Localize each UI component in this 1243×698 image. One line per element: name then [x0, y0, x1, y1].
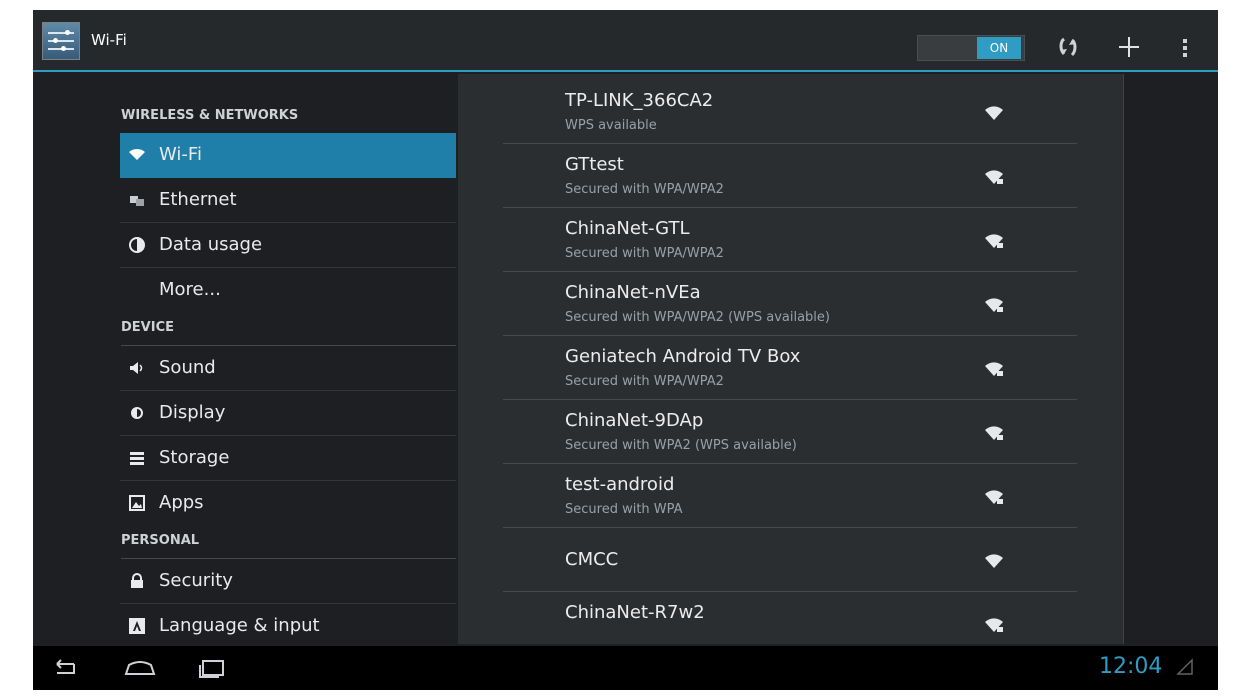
- network-summary: WPS available: [565, 118, 657, 133]
- wifi-secured-signal-icon: [985, 426, 1003, 440]
- sidebar-item-display[interactable]: Display: [120, 391, 456, 436]
- network-ssid: ChinaNet-nVEa: [565, 282, 701, 303]
- wifi-signal-icon: [985, 554, 1003, 568]
- sidebar-item-sound[interactable]: Sound: [120, 346, 456, 391]
- wifi-secured-signal-icon: [985, 618, 1003, 632]
- sound-icon: [130, 362, 143, 374]
- display-icon: [131, 407, 143, 419]
- network-ssid: CMCC: [565, 549, 619, 570]
- sidebar-item-ethernet[interactable]: Ethernet: [120, 178, 456, 223]
- network-item[interactable]: Geniatech Android TV Box Secured with WP…: [503, 336, 1077, 400]
- ethernet-icon: [130, 196, 144, 206]
- settings-sidebar: WIRELESS & NETWORKS Wi-Fi Ethernet Data …: [33, 74, 456, 646]
- sidebar-item-wifi[interactable]: Wi-Fi: [120, 133, 456, 178]
- network-summary: Secured with WPA/WPA2: [565, 246, 724, 261]
- network-item[interactable]: ChinaNet-nVEa Secured with WPA/WPA2 (WPS…: [503, 272, 1077, 336]
- sidebar-item-security[interactable]: Security: [120, 559, 456, 604]
- network-summary: Secured with WPA/WPA2 (WPS available): [565, 310, 830, 325]
- network-item[interactable]: ChinaNet-GTL Secured with WPA/WPA2: [503, 208, 1077, 272]
- overflow-menu-icon[interactable]: [1179, 36, 1191, 60]
- page-title: Wi-Fi: [91, 31, 127, 49]
- wifi-network-list: TP-LINK_366CA2 WPS available GTtest Secu…: [458, 74, 1124, 644]
- wifi-secured-signal-icon: [985, 170, 1003, 184]
- network-ssid: ChinaNet-9DAp: [565, 410, 704, 431]
- status-clock[interactable]: 12:04: [1099, 654, 1162, 679]
- network-ssid: GTtest: [565, 154, 624, 175]
- section-header-device: DEVICE: [121, 320, 456, 346]
- network-ssid: Geniatech Android TV Box: [565, 346, 801, 367]
- action-bar: Wi-Fi ON: [33, 10, 1218, 72]
- network-summary: Secured with WPA2 (WPS available): [565, 438, 797, 453]
- wifi-secured-signal-icon: [985, 362, 1003, 376]
- network-item[interactable]: GTtest Secured with WPA/WPA2: [503, 144, 1077, 208]
- language-icon: [129, 618, 145, 634]
- lock-icon: [131, 573, 143, 588]
- signal-triangle-icon: [1176, 658, 1193, 675]
- wifi-toggle-switch[interactable]: ON: [917, 35, 1025, 61]
- sidebar-item-data-usage[interactable]: Data usage: [120, 223, 456, 268]
- network-item[interactable]: CMCC: [503, 528, 1077, 592]
- back-icon[interactable]: [47, 656, 81, 680]
- storage-icon: [130, 452, 144, 465]
- add-network-icon[interactable]: [1116, 34, 1142, 60]
- scan-icon[interactable]: [1055, 34, 1081, 60]
- wifi-icon: [129, 148, 145, 160]
- network-summary: Secured with WPA/WPA2: [565, 374, 724, 389]
- network-ssid: ChinaNet-GTL: [565, 218, 690, 239]
- wifi-secured-signal-icon: [985, 490, 1003, 504]
- section-header-wireless: WIRELESS & NETWORKS: [121, 108, 456, 134]
- settings-app-icon[interactable]: [42, 22, 80, 60]
- recent-apps-icon[interactable]: [195, 656, 229, 680]
- home-icon[interactable]: [123, 656, 157, 680]
- action-bar-divider: [33, 70, 1218, 72]
- system-nav-bar: 12:04: [33, 646, 1218, 690]
- network-ssid: TP-LINK_366CA2: [565, 90, 714, 111]
- section-header-personal: PERSONAL: [121, 533, 456, 559]
- data-usage-icon: [129, 237, 145, 253]
- sidebar-item-storage[interactable]: Storage: [120, 436, 456, 481]
- network-item[interactable]: ChinaNet-R7w2: [503, 592, 1077, 644]
- network-item[interactable]: test-android Secured with WPA: [503, 464, 1077, 528]
- toggle-on-label: ON: [977, 37, 1021, 59]
- network-ssid: test-android: [565, 474, 675, 495]
- sidebar-item-more[interactable]: More...: [120, 268, 456, 313]
- device-screen: Wi-Fi ON WIRELESS & NETWORKS Wi-Fi Ether…: [33, 10, 1218, 690]
- network-item[interactable]: ChinaNet-9DAp Secured with WPA2 (WPS ava…: [503, 400, 1077, 464]
- apps-icon: [129, 495, 145, 511]
- wifi-secured-signal-icon: [985, 298, 1003, 312]
- sidebar-item-language-input[interactable]: Language & input: [120, 604, 456, 649]
- network-summary: Secured with WPA: [565, 502, 683, 517]
- network-item[interactable]: TP-LINK_366CA2 WPS available: [503, 80, 1077, 144]
- network-ssid: ChinaNet-R7w2: [565, 602, 705, 623]
- sidebar-item-apps[interactable]: Apps: [120, 481, 456, 526]
- wifi-signal-icon: [985, 106, 1003, 120]
- network-summary: Secured with WPA/WPA2: [565, 182, 724, 197]
- wifi-secured-signal-icon: [985, 234, 1003, 248]
